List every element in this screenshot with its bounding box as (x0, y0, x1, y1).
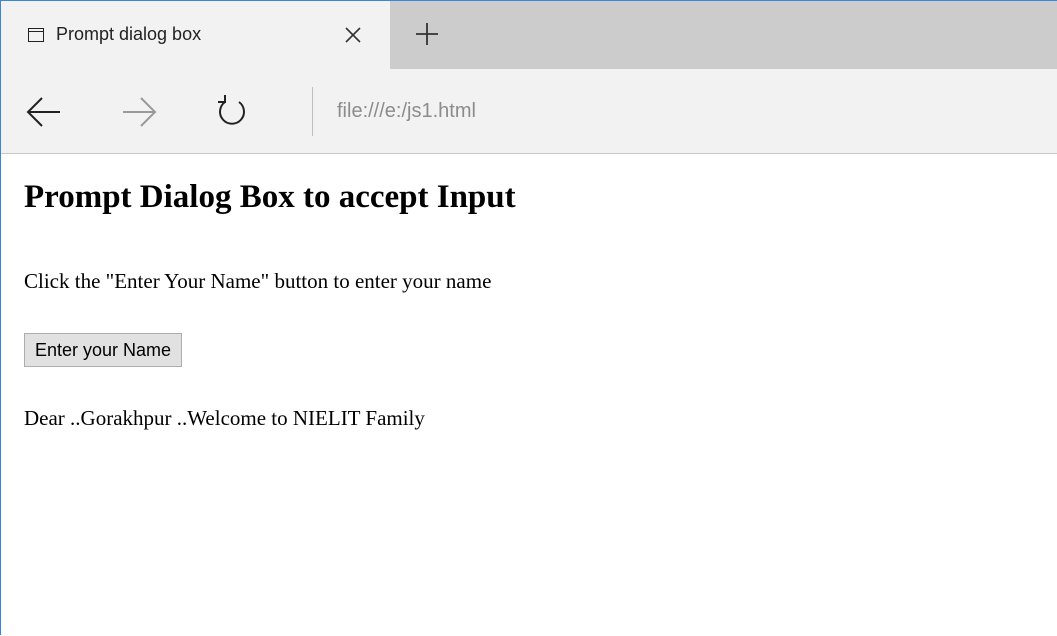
browser-window: Prompt dialog box file:///e:/js1.html Pr… (0, 0, 1057, 636)
address-divider (312, 87, 313, 136)
welcome-message: Dear ..Gorakhpur ..Welcome to NIELIT Fam… (24, 406, 425, 430)
address-toolbar: file:///e:/js1.html (1, 69, 1057, 154)
forward-arrow-icon[interactable] (119, 92, 159, 132)
refresh-icon[interactable] (212, 92, 252, 132)
tab-prompt-dialog[interactable]: Prompt dialog box (1, 1, 390, 69)
close-icon[interactable] (341, 23, 365, 47)
page-icon (28, 28, 44, 42)
page-content: Prompt Dialog Box to accept Input Click … (1, 155, 1057, 636)
address-bar[interactable]: file:///e:/js1.html (337, 100, 476, 123)
back-arrow-icon[interactable] (24, 92, 64, 132)
tab-strip: Prompt dialog box (1, 1, 1057, 69)
tab-title: Prompt dialog box (56, 24, 202, 44)
enter-name-button[interactable]: Enter your Name (24, 333, 183, 367)
plus-icon[interactable] (414, 21, 440, 47)
page-description: Click the "Enter Your Name" button to en… (24, 269, 492, 293)
page-heading: Prompt Dialog Box to accept Input (24, 179, 516, 215)
